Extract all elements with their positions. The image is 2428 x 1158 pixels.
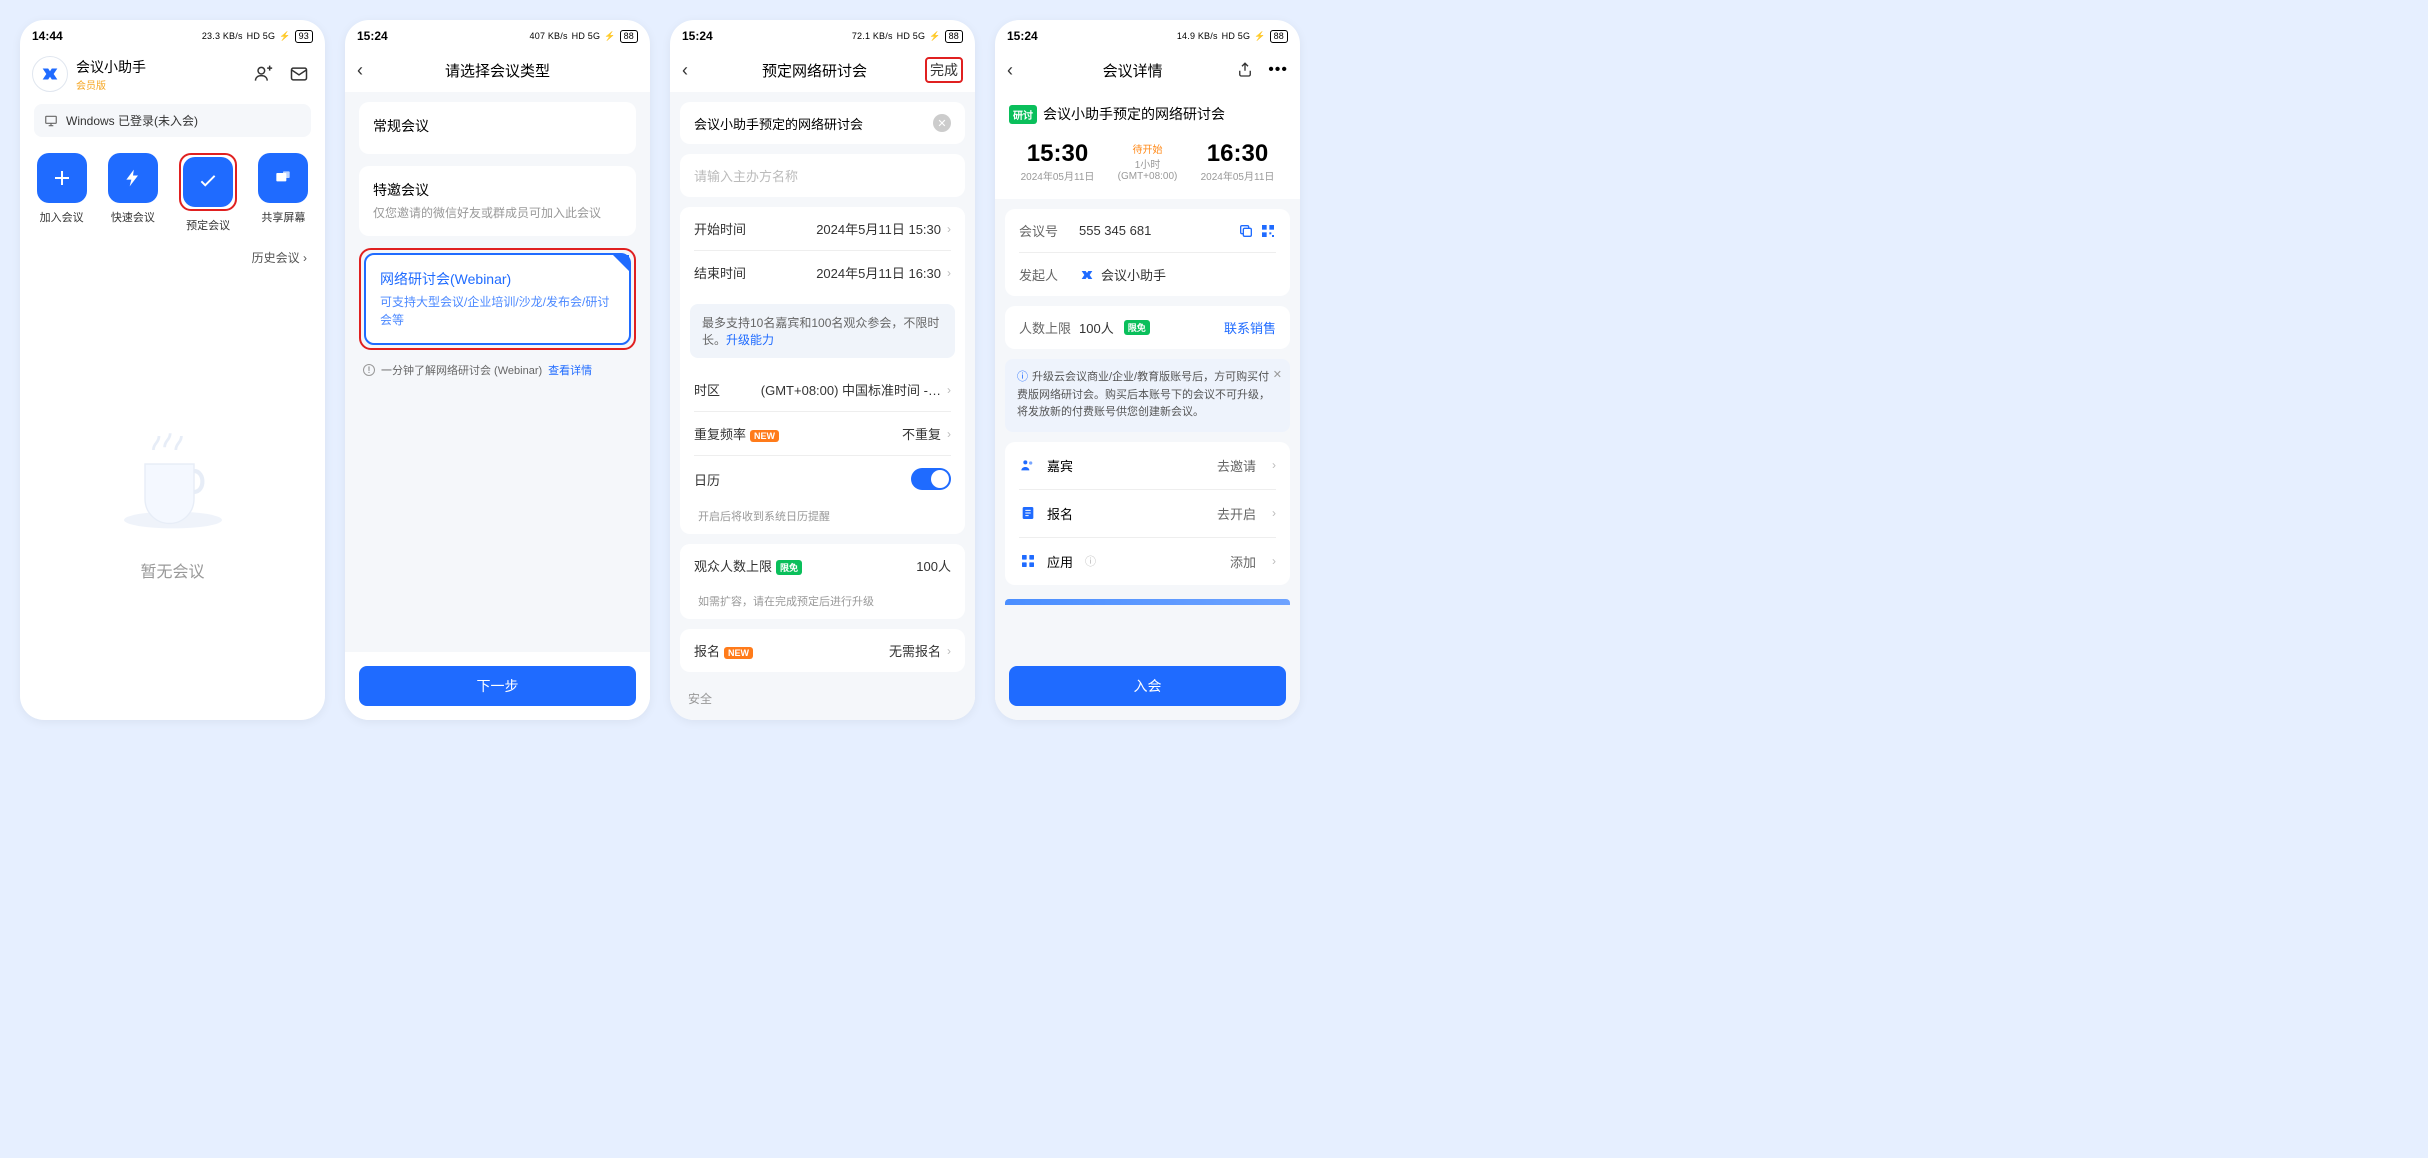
row-guest[interactable]: 嘉宾 去邀请›: [1005, 442, 1290, 489]
status-text: 待开始: [1118, 141, 1178, 156]
login-status-text: Windows 已登录(未入会): [66, 112, 198, 129]
more-icon[interactable]: •••: [1268, 61, 1288, 79]
user-name: 会议小助手: [76, 57, 146, 77]
navbar: ‹ 预定网络研讨会 完成: [670, 48, 975, 92]
nav-title: 请选择会议类型: [379, 60, 616, 81]
section-security: 安全: [670, 682, 975, 711]
info-icon: ⓘ: [1017, 371, 1028, 383]
empty-state: 暂无会议: [20, 270, 325, 720]
navbar: ‹ 请选择会议类型: [345, 48, 650, 92]
action-schedule[interactable]: 预定会议: [179, 153, 237, 233]
mail-icon[interactable]: [285, 60, 313, 88]
action-join[interactable]: 加入会议: [37, 153, 87, 233]
row-repeat[interactable]: 重复频率NEW不重复›: [680, 412, 965, 455]
screen-share-icon: [273, 168, 293, 188]
empty-text: 暂无会议: [140, 558, 204, 582]
preview-strip: [1005, 599, 1290, 605]
webinar-badge: 研讨: [1009, 105, 1037, 124]
time-card: 15:302024年05月11日 待开始1小时(GMT+08:00) 16:30…: [995, 130, 1300, 199]
flash-icon: [123, 168, 143, 188]
row-signup[interactable]: 报名NEW无需报名›: [680, 629, 965, 672]
screen-home: 14:44 23.3 KB/s HD 5G ⚡ 93 会议小助手 会员版 Win…: [20, 20, 325, 720]
apps-icon: [1019, 552, 1037, 570]
status-bar: 15:24 72.1 KB/sHD 5G⚡88: [670, 20, 975, 48]
check-icon: [197, 171, 219, 193]
copy-icon[interactable]: [1238, 223, 1254, 239]
nav-title: 预定网络研讨会: [704, 60, 925, 81]
avatar[interactable]: [32, 56, 68, 92]
back-button[interactable]: ‹: [682, 60, 704, 81]
meeting-title-row: 研讨 会议小助手预定的网络研讨会: [995, 92, 1300, 130]
nav-title: 会议详情: [1029, 60, 1236, 81]
host-name-input[interactable]: 请输入主办方名称: [680, 154, 965, 197]
back-button[interactable]: ‹: [357, 60, 379, 81]
screen-type-select: 15:24 407 KB/sHD 5G⚡88 ‹ 请选择会议类型 常规会议 特邀…: [345, 20, 650, 720]
cup-illustration: [103, 408, 243, 548]
type-card-webinar[interactable]: 网络研讨会(Webinar) 可支持大型会议/企业培训/沙龙/发布会/研讨会等: [364, 253, 631, 345]
row-apps[interactable]: 应用 ⓘ 添加›: [1005, 538, 1290, 585]
row-host: 发起人 会议小助手: [1005, 253, 1290, 296]
tip-link[interactable]: 查看详情: [548, 362, 592, 378]
info-icon: !: [363, 364, 375, 376]
status-bar: 15:24 14.9 KB/sHD 5G⚡88: [995, 20, 1300, 48]
qr-icon[interactable]: [1260, 223, 1276, 239]
clear-icon[interactable]: ✕: [933, 114, 951, 132]
done-button[interactable]: 完成: [925, 57, 963, 83]
action-quick[interactable]: 快速会议: [108, 153, 158, 233]
meeting-title: 会议小助手预定的网络研讨会: [1043, 104, 1225, 124]
navbar: ‹ 会议详情 •••: [995, 48, 1300, 92]
close-icon[interactable]: ✕: [1273, 367, 1282, 385]
row-end-time[interactable]: 结束时间2024年5月11日 16:30›: [680, 251, 965, 294]
history-link[interactable]: 历史会议 ›: [20, 245, 325, 270]
add-contact-icon[interactable]: [249, 60, 277, 88]
login-status-row[interactable]: Windows 已登录(未入会): [34, 104, 311, 137]
tip-row: ! 一分钟了解网络研讨会 (Webinar) 查看详情: [359, 362, 636, 378]
signup-icon: [1019, 504, 1037, 522]
share-icon[interactable]: [1236, 61, 1254, 79]
status-bar: 15:24 407 KB/sHD 5G⚡88: [345, 20, 650, 48]
meeting-name-input[interactable]: [694, 116, 925, 131]
type-card-invite[interactable]: 特邀会议 仅您邀请的微信好友或群成员可加入此会议: [359, 166, 636, 236]
plus-icon: [50, 166, 74, 190]
capacity-tip: 最多支持10名嘉宾和100名观众参会，不限时长。升级能力: [690, 304, 955, 358]
row-signup[interactable]: 报名 去开启›: [1005, 490, 1290, 537]
upgrade-link[interactable]: 升级能力: [726, 333, 774, 347]
monitor-icon: [44, 114, 58, 128]
action-grid: 加入会议 快速会议 预定会议 共享屏幕: [20, 141, 325, 245]
calendar-switch[interactable]: [911, 468, 951, 490]
end-time: 16:30: [1201, 140, 1275, 168]
status-time: 14:44: [32, 29, 63, 43]
meeting-name-input-row: ✕: [680, 102, 965, 144]
action-share[interactable]: 共享屏幕: [258, 153, 308, 233]
header: 会议小助手 会员版: [20, 48, 325, 100]
host-avatar-icon: [1079, 267, 1095, 283]
row-timezone[interactable]: 时区(GMT+08:00) 中国标准时间 -…›: [680, 368, 965, 411]
row-capacity: 人数上限 100人限免 联系销售: [1005, 306, 1290, 349]
start-time: 15:30: [1021, 140, 1095, 168]
screen-meeting-detail: 15:24 14.9 KB/sHD 5G⚡88 ‹ 会议详情 ••• 研讨 会议…: [995, 20, 1300, 720]
back-button[interactable]: ‹: [1007, 60, 1029, 81]
status-right: 23.3 KB/s HD 5G ⚡ 93: [202, 30, 313, 43]
status-bar: 14:44 23.3 KB/s HD 5G ⚡ 93: [20, 20, 325, 48]
next-button[interactable]: 下一步: [359, 666, 636, 706]
upgrade-info-box: ⓘ升级云会议商业/企业/教育版账号后，方可购买付费版网络研讨会。购买后本账号下的…: [1005, 359, 1290, 432]
type-card-regular[interactable]: 常规会议: [359, 102, 636, 154]
row-start-time[interactable]: 开始时间2024年5月11日 15:30›: [680, 207, 965, 250]
type-card-webinar-highlight: 网络研讨会(Webinar) 可支持大型会议/企业培训/沙龙/发布会/研讨会等: [359, 248, 636, 350]
row-meeting-id: 会议号 555 345 681: [1005, 209, 1290, 252]
contact-sales-link[interactable]: 联系销售: [1224, 318, 1276, 337]
capacity-hint: 如需扩容，请在完成预定后进行升级: [680, 587, 965, 619]
row-capacity: 观众人数上限限免100人: [680, 544, 965, 587]
guest-icon: [1019, 456, 1037, 474]
help-icon[interactable]: ⓘ: [1085, 553, 1096, 569]
screen-schedule-form: 15:24 72.1 KB/sHD 5G⚡88 ‹ 预定网络研讨会 完成 ✕ 请…: [670, 20, 975, 720]
join-button[interactable]: 入会: [1009, 666, 1286, 706]
row-calendar: 日历: [680, 456, 965, 502]
calendar-hint: 开启后将收到系统日历提醒: [680, 502, 965, 534]
member-tag: 会员版: [76, 77, 146, 92]
